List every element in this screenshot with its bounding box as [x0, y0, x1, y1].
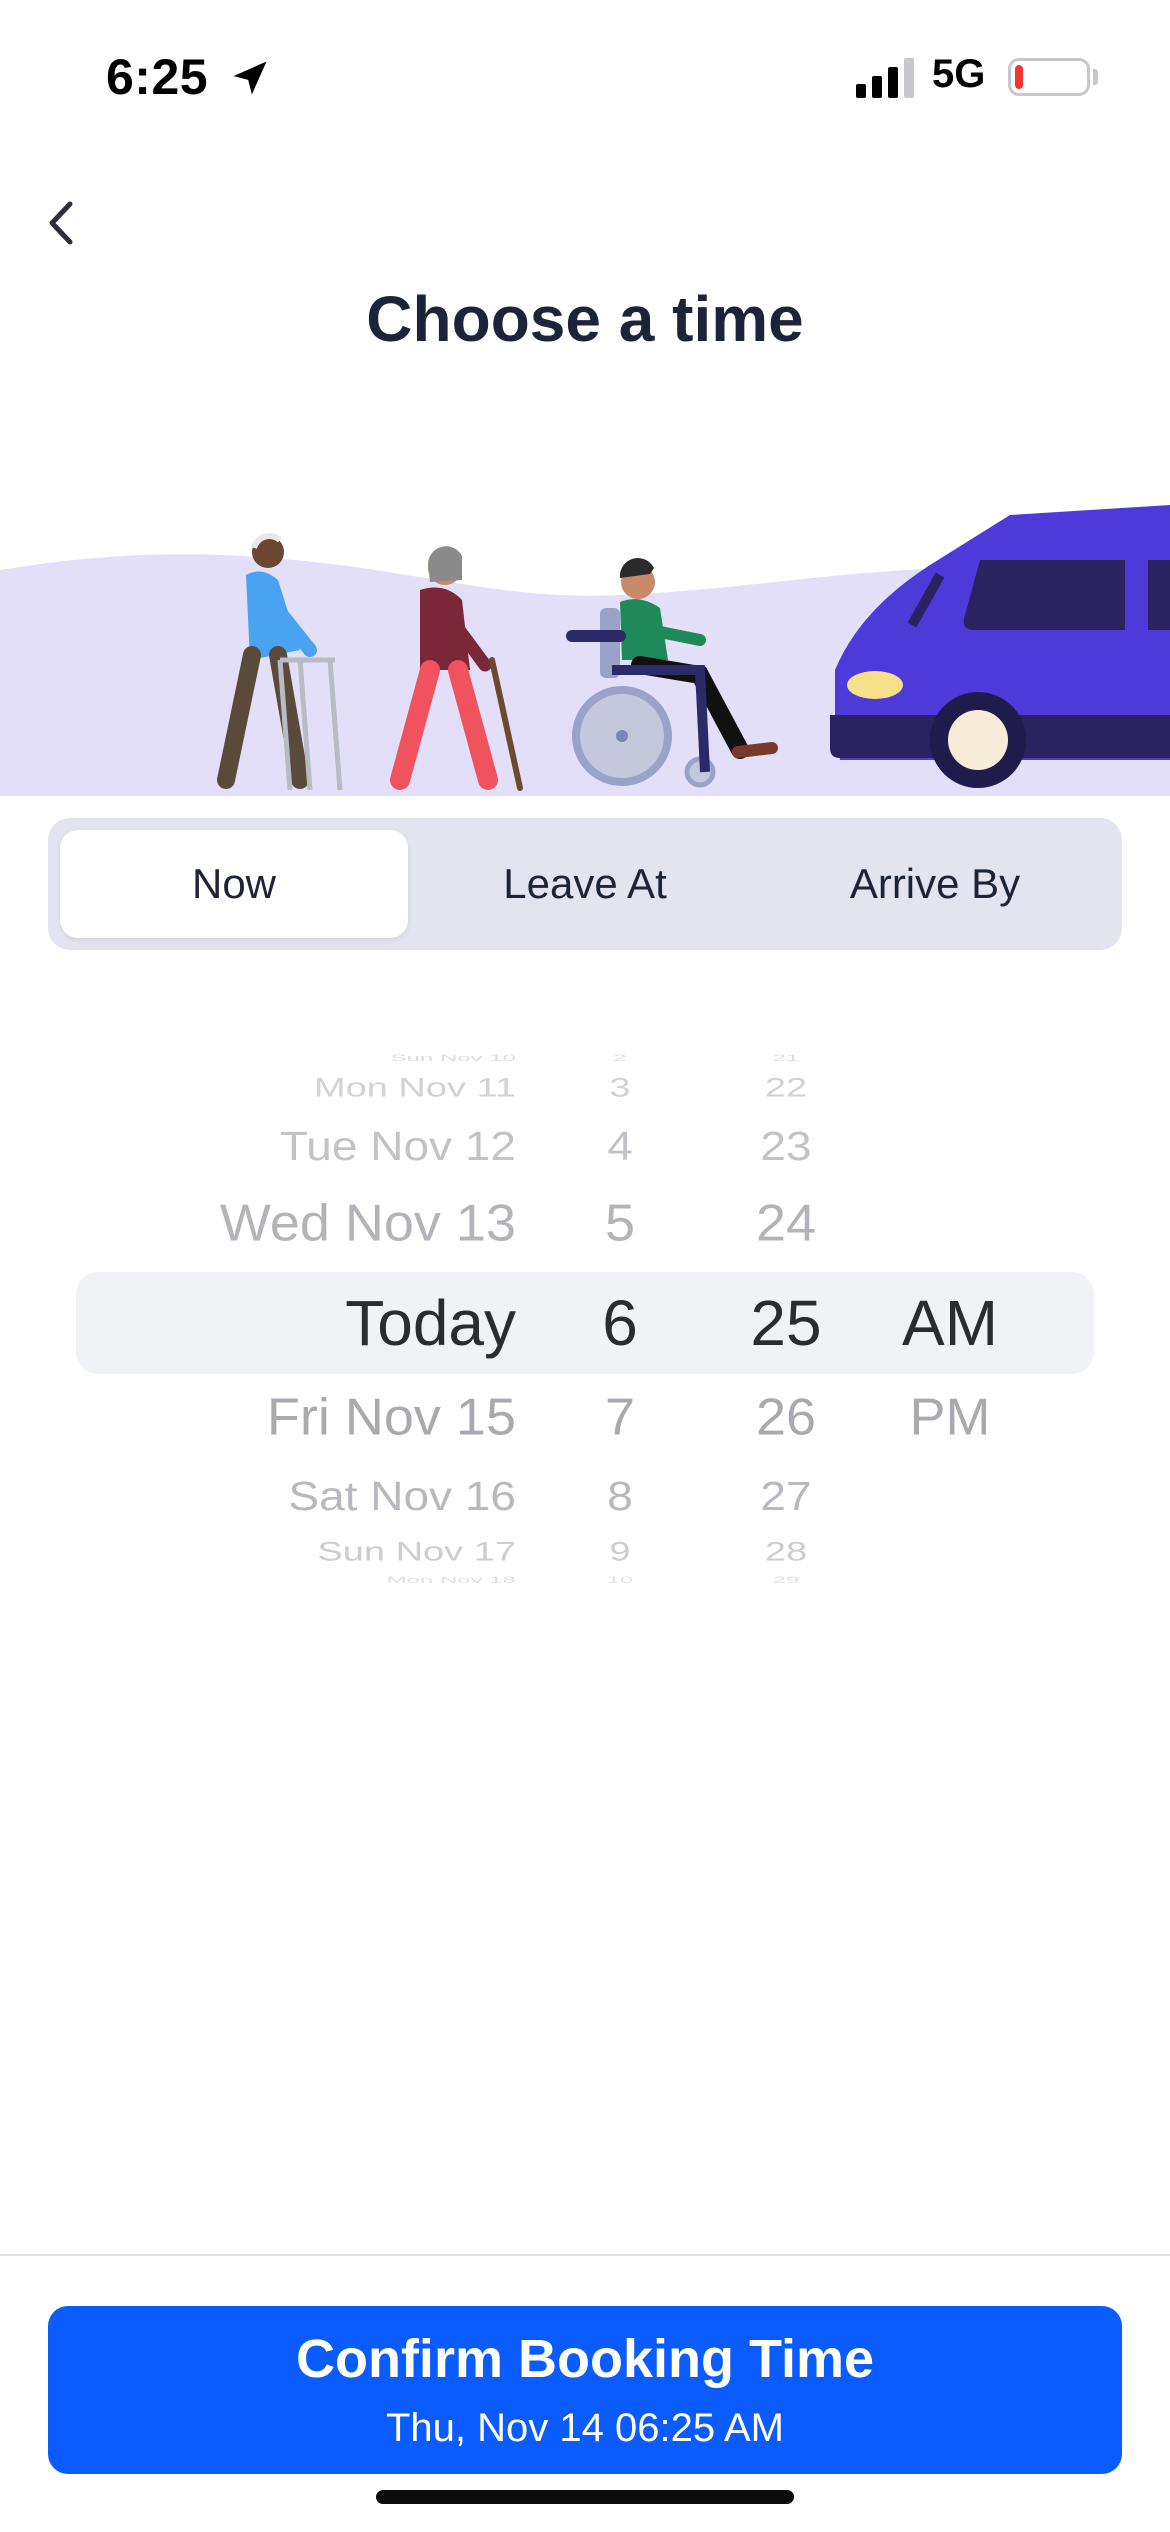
date-time-picker[interactable]: Sun Nov 10 Mon Nov 11 Tue Nov 12 Wed Nov 13…: [0, 1040, 1170, 1590]
time-mode-segmented-control: Now Leave At Arrive By: [48, 818, 1122, 950]
picker-hour-option[interactable]: 10: [607, 1575, 634, 1585]
page-title: Choose a time: [366, 283, 804, 355]
confirm-button-sublabel: Thu, Nov 14 06:25 AM: [385, 2406, 784, 2450]
picker-minute-option[interactable]: 24: [756, 1197, 816, 1249]
picker-minute-option[interactable]: 26: [756, 1391, 816, 1443]
picker-minute-option[interactable]: 28: [765, 1539, 807, 1566]
picker-ampm-option[interactable]: PM: [910, 1391, 991, 1443]
picker-minute-option[interactable]: 21: [773, 1053, 800, 1063]
battery-icon: [1008, 58, 1090, 96]
battery-level-fill: [1015, 65, 1023, 89]
home-indicator[interactable]: [376, 2490, 794, 2504]
picker-hour-selected[interactable]: 6: [602, 1291, 638, 1355]
picker-date-option[interactable]: Wed Nov 13: [220, 1197, 516, 1249]
status-time: 6:25: [106, 49, 209, 105]
picker-minute-option[interactable]: 29: [773, 1575, 800, 1585]
picker-hour-option[interactable]: 4: [607, 1126, 633, 1166]
segment-arrive-by[interactable]: Arrive By: [760, 818, 1110, 950]
riders-and-van-illustration: [0, 505, 1170, 796]
segment-now[interactable]: Now: [60, 818, 408, 950]
confirm-booking-button[interactable]: Confirm Booking Time Thu, Nov 14 06:25 A…: [48, 2306, 1122, 2474]
cellular-signal-icon: [856, 58, 914, 98]
location-arrow-icon: [233, 61, 267, 95]
picker-hour-option[interactable]: 9: [609, 1539, 630, 1566]
picker-ampm-selected[interactable]: AM: [902, 1291, 998, 1355]
picker-date-option[interactable]: Sun Nov 10: [391, 1053, 516, 1063]
network-type-label: 5G: [932, 52, 986, 96]
picker-hour-option[interactable]: 8: [607, 1476, 633, 1516]
picker-minute-option[interactable]: 22: [765, 1075, 807, 1102]
confirm-button-label: Confirm Booking Time: [295, 2329, 875, 2389]
picker-date-option[interactable]: Sat Nov 16: [288, 1476, 516, 1516]
battery-cap: [1093, 69, 1098, 85]
footer-divider: [0, 2254, 1170, 2256]
picker-date-option[interactable]: Tue Nov 12: [280, 1126, 516, 1166]
picker-minute-selected[interactable]: 25: [750, 1291, 821, 1355]
picker-date-option[interactable]: Mon Nov 18: [387, 1575, 516, 1585]
picker-date-option[interactable]: Sun Nov 17: [317, 1539, 516, 1566]
picker-date-selected[interactable]: Today: [345, 1291, 516, 1355]
picker-date-option[interactable]: Fri Nov 15: [267, 1391, 516, 1443]
picker-hour-option[interactable]: 7: [605, 1391, 635, 1443]
picker-minute-option[interactable]: 27: [760, 1476, 811, 1516]
picker-hour-option[interactable]: 2: [613, 1053, 626, 1063]
picker-date-option[interactable]: Mon Nov 11: [314, 1075, 516, 1102]
segment-leave-at[interactable]: Leave At: [420, 818, 750, 950]
picker-minute-option[interactable]: 23: [760, 1126, 811, 1166]
picker-hour-option[interactable]: 5: [605, 1197, 635, 1249]
back-chevron-icon[interactable]: [30, 190, 96, 256]
picker-hour-option[interactable]: 3: [609, 1075, 630, 1102]
